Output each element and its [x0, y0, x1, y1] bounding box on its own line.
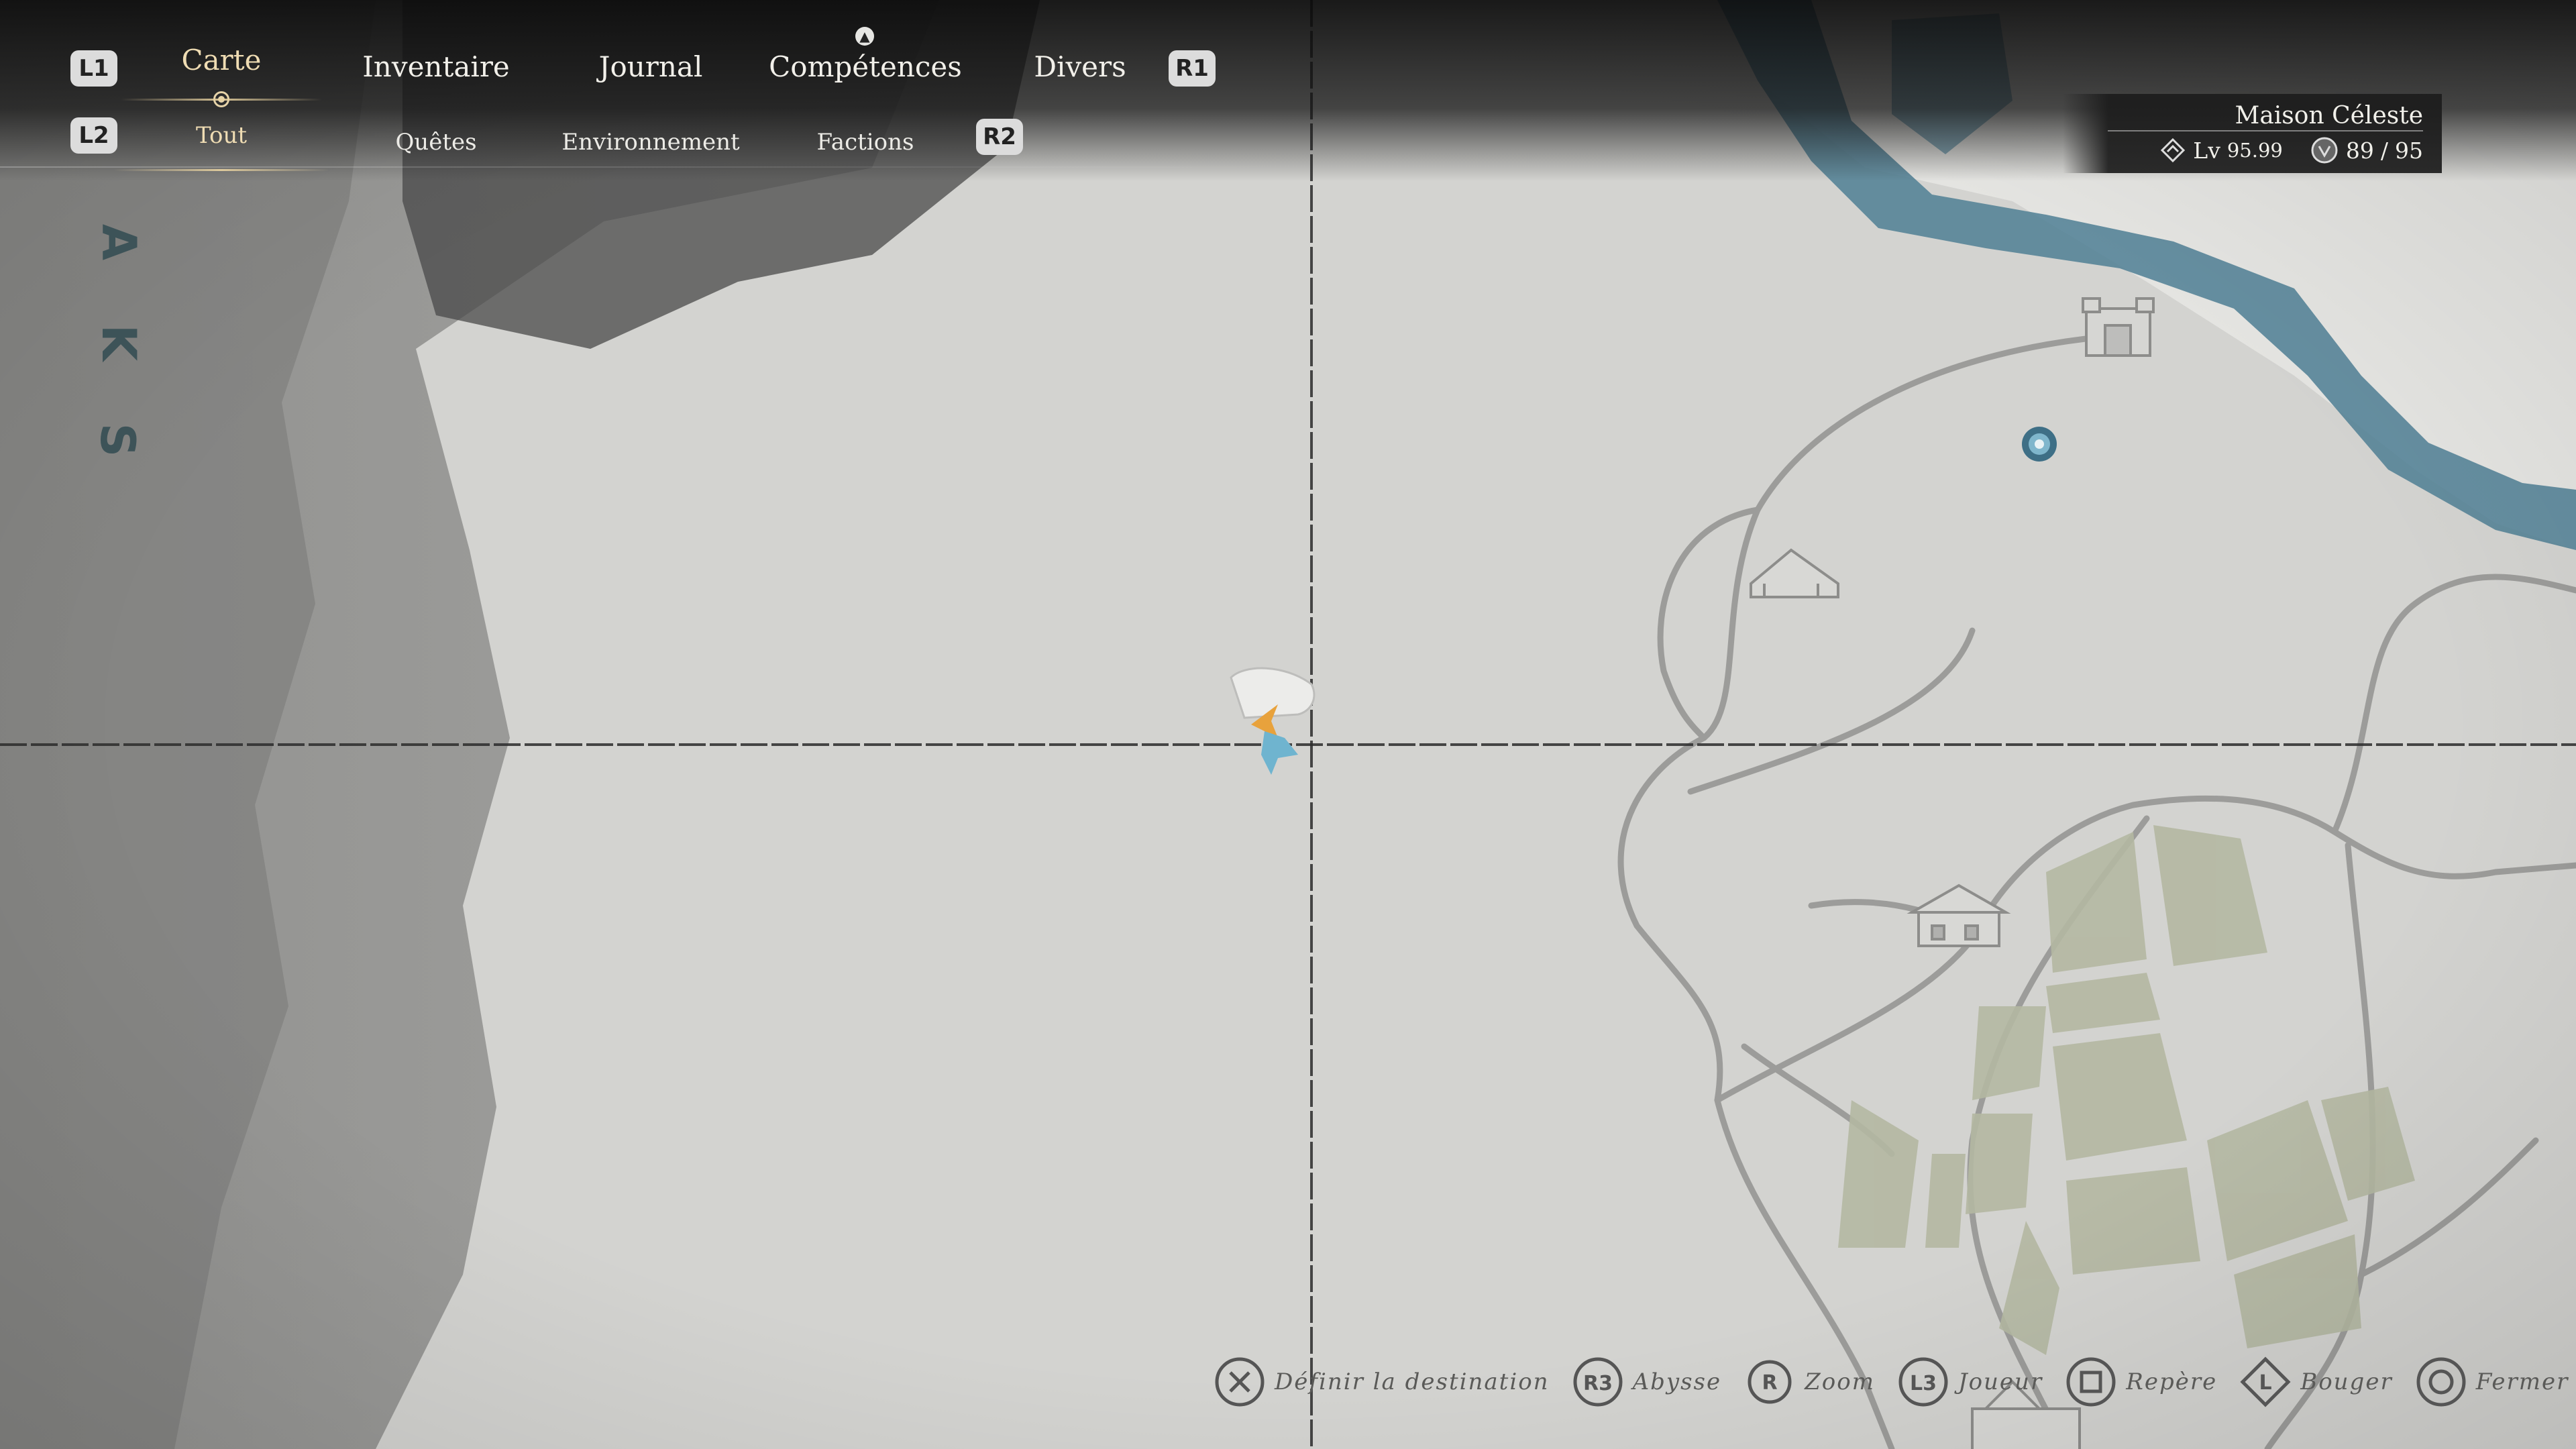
prompt-label: Bouger	[2300, 1368, 2393, 1395]
prompt-abysse[interactable]: R3 Abysse	[1572, 1356, 1722, 1407]
location-stats: Lv 95.99 89 / 95	[2159, 136, 2423, 165]
subtab-tout[interactable]: Tout	[196, 122, 247, 149]
active-tab-underline	[121, 99, 322, 101]
prompt-label: Repère	[2126, 1368, 2218, 1395]
progress-separator: /	[2380, 137, 2388, 164]
region-label-letter: S	[90, 423, 146, 458]
button-glyph: R	[1762, 1371, 1778, 1395]
subtab-factions[interactable]: Factions	[817, 129, 914, 156]
level-icon	[2161, 138, 2186, 163]
prompt-label: Définir la destination	[1275, 1368, 1550, 1395]
r3-button-icon: R3	[1573, 1357, 1623, 1407]
region-label-letter: K	[91, 324, 147, 362]
prompt-fermer[interactable]: Fermer	[2416, 1356, 2569, 1407]
prompt-zoom[interactable]: R Zoom	[1744, 1356, 1875, 1407]
tab-competences[interactable]: Compétences	[769, 50, 962, 83]
prompt-label: Fermer	[2475, 1368, 2569, 1395]
button-glyph: L	[2259, 1371, 2272, 1395]
collectible-icon	[2311, 137, 2338, 164]
prompt-set-destination[interactable]: Définir la destination	[1214, 1356, 1550, 1407]
location-name: Maison Céleste	[2235, 102, 2423, 129]
right-stick-icon: R	[1748, 1360, 1792, 1404]
menu-separator	[0, 166, 1308, 168]
button-prompts: Définir la destination R3 Abysse R Zoom …	[1214, 1352, 2576, 1412]
tab-carte[interactable]: Carte	[182, 44, 262, 76]
subtab-environnement[interactable]: Environnement	[561, 129, 739, 156]
l3-button-icon: L3	[1898, 1357, 1948, 1407]
l2-button[interactable]: L2	[70, 117, 117, 154]
prompt-joueur[interactable]: L3 Joueur	[1898, 1356, 2043, 1407]
tab-divers[interactable]: Divers	[1034, 50, 1126, 83]
prompt-label: Zoom	[1805, 1368, 1875, 1395]
button-glyph: R3	[1583, 1372, 1613, 1395]
location-info-panel: Maison Céleste Lv 95.99 89 / 95	[2063, 94, 2442, 173]
prompt-label: Abysse	[1632, 1368, 1722, 1395]
prompt-label: Joueur	[1957, 1368, 2043, 1395]
r1-button[interactable]: R1	[1169, 50, 1216, 87]
region-label-letter: A	[91, 223, 147, 261]
prompt-bouger[interactable]: L Bouger	[2240, 1356, 2393, 1407]
info-divider	[2108, 130, 2423, 131]
subtab-quetes[interactable]: Quêtes	[395, 129, 476, 156]
left-stick-icon: L	[2240, 1356, 2291, 1407]
active-subtab-underline	[114, 169, 329, 171]
button-glyph: L3	[1910, 1372, 1937, 1395]
circle-button-icon	[2416, 1357, 2466, 1407]
cross-button-icon	[1215, 1357, 1265, 1407]
r2-button[interactable]: R2	[976, 119, 1023, 155]
tab-inventaire[interactable]: Inventaire	[362, 50, 510, 83]
level-prefix: Lv	[2193, 137, 2220, 164]
world-map[interactable]	[0, 0, 2576, 1449]
progress-current: 89	[2345, 137, 2374, 164]
notification-icon: ▲	[855, 27, 874, 46]
prompt-repere[interactable]: Repère	[2065, 1356, 2217, 1407]
l1-button[interactable]: L1	[70, 50, 117, 87]
level-value: 95.99	[2226, 139, 2283, 162]
progress-total: 95	[2395, 137, 2423, 164]
tab-journal[interactable]: Journal	[599, 50, 703, 83]
square-button-icon	[2066, 1357, 2116, 1407]
